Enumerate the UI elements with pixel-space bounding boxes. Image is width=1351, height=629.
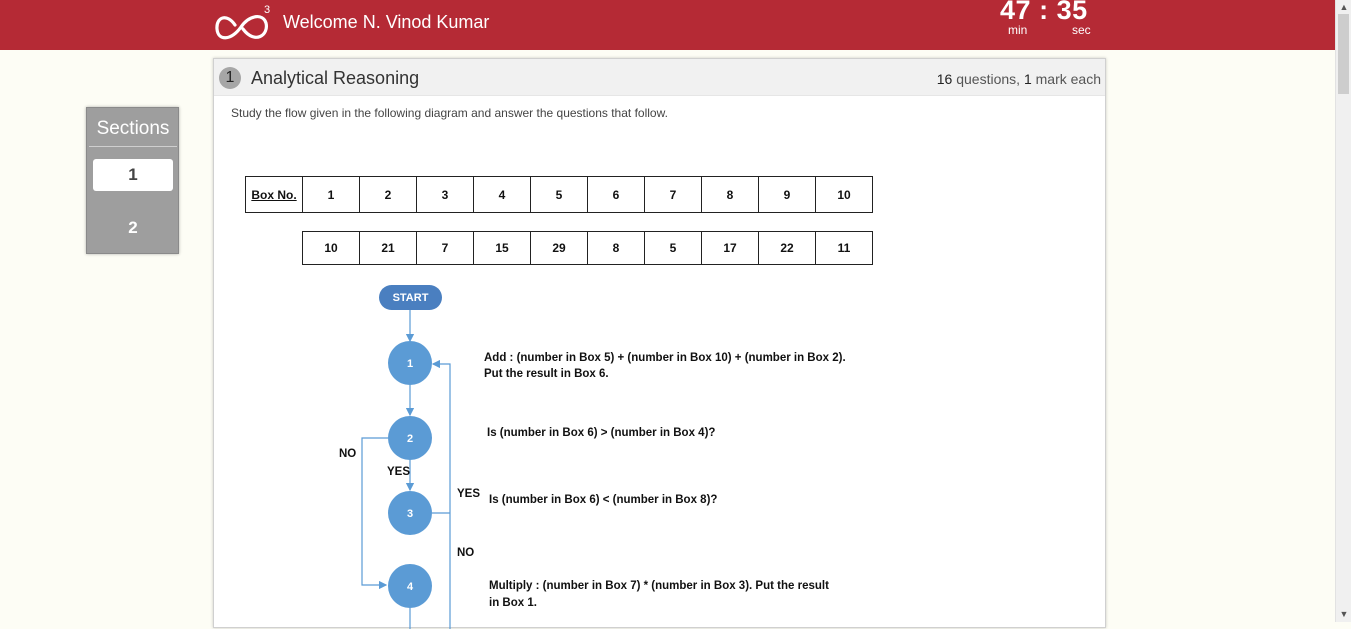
connector-loop-right	[431, 359, 451, 629]
flow-node-2-label: 2	[407, 433, 413, 445]
step-4-text-line-2: in Box 1.	[489, 597, 537, 609]
timer-min-label: min	[1008, 23, 1028, 37]
section-2-button[interactable]: 2	[93, 212, 173, 244]
step-3-text: Is (number in Box 6) < (number in Box 8)…	[489, 494, 717, 506]
scroll-down-arrow-icon[interactable]: ▼	[1336, 607, 1351, 621]
branch-yes-right: YES	[457, 488, 480, 500]
timer-seconds: 35	[1056, 0, 1088, 25]
logo-icon: 3	[215, 4, 270, 40]
step-1-text-line-1: Add : (number in Box 5) + (number in Box…	[484, 352, 846, 364]
sections-panel: Sections 1 2	[86, 107, 179, 254]
flow-node-3-label: 3	[407, 508, 413, 520]
logo-superscript: 3	[264, 4, 270, 16]
start-label: START	[393, 292, 429, 304]
step-1-text-line-2: Put the result in Box 6.	[484, 368, 609, 380]
sections-title: Sections	[89, 118, 177, 147]
branch-no-left: NO	[339, 448, 356, 460]
flow-node-1-label: 1	[407, 358, 413, 370]
section-1-button[interactable]: 1	[93, 159, 173, 191]
branch-yes-mid: YES	[387, 466, 410, 478]
countdown-timer: 47 : 35 min sec	[1000, 0, 1100, 45]
flow-node-4-label: 4	[407, 581, 414, 593]
timer-minutes: 47	[1000, 0, 1032, 25]
step-4-text-line-1: Multiply : (number in Box 7) * (number i…	[489, 580, 829, 592]
question-panel: 1 Analytical Reasoning 16 questions, 1 m…	[213, 58, 1106, 629]
flowchart-diagram: START 1 2 3 4 NO YES YES NO Add : (numbe…	[339, 285, 846, 629]
branch-no-right: NO	[457, 547, 474, 559]
connector-2-no-to-4	[361, 437, 388, 590]
welcome-text: Welcome N. Vinod Kumar	[283, 12, 490, 32]
page-scrollbar[interactable]: ▲ ▼	[1335, 0, 1351, 622]
step-2-text: Is (number in Box 6) > (number in Box 4)…	[487, 427, 715, 439]
scroll-up-arrow-icon[interactable]: ▲	[1336, 0, 1351, 14]
timer-separator: :	[1039, 0, 1049, 25]
scroll-thumb[interactable]	[1338, 14, 1349, 94]
top-header: 3 Welcome N. Vinod Kumar 47 : 35 min sec	[0, 0, 1335, 50]
timer-sec-label: sec	[1072, 23, 1091, 37]
